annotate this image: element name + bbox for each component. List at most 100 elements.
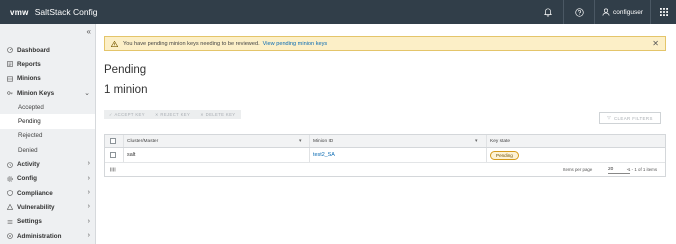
alert-message: You have pending minion keys needing to … [123,40,260,47]
sidebar-item-label: Vulnerability [17,203,55,211]
sidebar-item-dashboard[interactable]: Dashboard [0,43,95,57]
key-actions-toolbar: ✓ ACCEPT KEY ✕ REJECT KEY ✕ DELETE KEY [104,110,241,119]
select-all-checkbox-cell [110,135,116,147]
close-icon[interactable]: ✕ [652,39,659,48]
select-all-checkbox[interactable] [110,138,116,144]
minion-count: 1 minion [104,84,148,96]
column-header-minion-id[interactable]: Minion ID [313,135,333,147]
table-row[interactable]: salt test2_SA Pending [105,148,665,163]
administration-icon [7,233,13,239]
sidebar: « Dashboard Reports Minions Minion Keys … [0,24,96,244]
table-header: Cluster/Master ▾ Minion ID ▾ Key state [105,135,665,148]
row-checkbox[interactable] [110,152,116,158]
sidebar-subitem-pending[interactable]: Pending [0,114,95,129]
column-divider [123,135,124,147]
column-divider [486,135,487,147]
items-per-page-select[interactable]: 20 ⌄ [608,166,630,174]
view-pending-keys-link[interactable]: View pending minion keys [263,41,328,47]
minions-icon [7,76,13,82]
column-toggle-icon[interactable] [110,163,116,176]
sidebar-item-minion-keys[interactable]: Minion Keys ⌄ [0,86,95,100]
sidebar-item-activity[interactable]: Activity › [0,157,95,171]
sidebar-item-label: Reports [17,60,41,68]
filter-icon[interactable]: ▾ [299,135,302,147]
reject-key-label: REJECT KEY [160,112,191,117]
top-header: vmw SaltStack Config configuser [0,0,676,24]
sidebar-item-label: Activity [17,161,40,169]
settings-icon [7,219,13,225]
sidebar-item-reports[interactable]: Reports [0,57,95,71]
column-header-key-state[interactable]: Key state [490,135,510,147]
sidebar-nav: Dashboard Reports Minions Minion Keys ⌄ … [0,43,95,243]
user-name: configuser [613,8,643,16]
clear-filters-button[interactable]: ▽ CLEAR FILTERS [599,112,661,124]
dashboard-icon [7,47,13,53]
pending-keys-alert: You have pending minion keys needing to … [104,36,666,51]
column-divider [486,148,487,162]
chevron-down-icon: ⌄ [84,89,90,97]
reject-key-button[interactable]: ✕ REJECT KEY [150,112,195,117]
cell-minion-id-link[interactable]: test2_SA [313,148,335,162]
items-per-page-label: Items per page [563,167,593,172]
sidebar-item-compliance[interactable]: Compliance › [0,186,95,200]
key-icon [7,90,13,96]
sidebar-item-label: Administration [17,232,62,240]
sidebar-item-config[interactable]: Config › [0,172,95,186]
accept-key-button[interactable]: ✓ ACCEPT KEY [104,112,150,117]
sidebar-subitem-denied[interactable]: Denied [0,143,95,157]
column-divider [309,135,310,147]
row-checkbox-cell [110,148,116,162]
reports-icon [7,61,13,68]
help-icon[interactable] [564,0,594,24]
chevron-right-icon: › [87,203,90,211]
sidebar-item-label: Config [17,175,37,183]
app-title: SaltStack Config [34,7,98,17]
sidebar-item-administration[interactable]: Administration › [0,229,95,243]
app: vmw SaltStack Config configuser « Dashbo… [0,0,676,244]
user-icon [602,8,610,16]
main-content: You have pending minion keys needing to … [96,24,676,244]
delete-key-label: DELETE KEY [205,112,236,117]
sidebar-subitem-rejected[interactable]: Rejected [0,129,95,143]
bell-icon[interactable] [533,0,563,24]
chevron-right-icon: › [87,160,90,168]
column-divider [123,148,124,162]
config-icon [7,176,13,182]
sidebar-item-minions[interactable]: Minions [0,72,95,86]
sidebar-subitem-accepted[interactable]: Accepted [0,100,95,114]
sidebar-item-label: Compliance [17,189,53,197]
minion-keys-table: Cluster/Master ▾ Minion ID ▾ Key state s… [104,134,666,177]
page-title: Pending [104,64,147,76]
sidebar-item-label: Settings [17,218,42,226]
compliance-icon [7,190,13,197]
vmware-logo: vmw [10,7,29,17]
apps-grid-icon[interactable] [651,0,676,24]
status-badge: Pending [490,150,519,160]
cell-cluster: salt [127,152,136,158]
filter-icon[interactable]: ▾ [475,135,478,147]
filter-icon: ▽ [607,115,611,120]
chevron-right-icon: › [87,217,90,225]
chevron-right-icon: › [87,174,90,182]
vulnerability-icon [7,204,13,211]
accept-key-label: ACCEPT KEY [114,112,145,117]
activity-icon [7,161,13,168]
sidebar-item-label: Dashboard [17,46,50,54]
sidebar-item-label: Minion Keys [17,89,55,97]
sidebar-item-vulnerability[interactable]: Vulnerability › [0,200,95,214]
cell-key-state: Pending [490,148,519,162]
items-per-page-value: 20 [608,167,614,172]
sidebar-item-label: Minions [17,75,41,83]
delete-key-button[interactable]: ✕ DELETE KEY [195,112,240,117]
pagination-range: 1 - 1 of 1 items [628,167,658,172]
clear-filters-label: CLEAR FILTERS [613,115,653,121]
sidebar-item-settings[interactable]: Settings › [0,215,95,229]
warning-icon [111,40,118,47]
chevron-right-icon: › [87,231,90,239]
collapse-sidebar-icon[interactable]: « [87,27,91,36]
table-footer: Items per page 20 ⌄ 1 - 1 of 1 items [105,163,665,176]
column-divider [309,148,310,162]
column-header-cluster[interactable]: Cluster/Master [127,135,158,147]
header-actions: configuser [533,0,676,24]
user-menu[interactable]: configuser [595,0,650,24]
